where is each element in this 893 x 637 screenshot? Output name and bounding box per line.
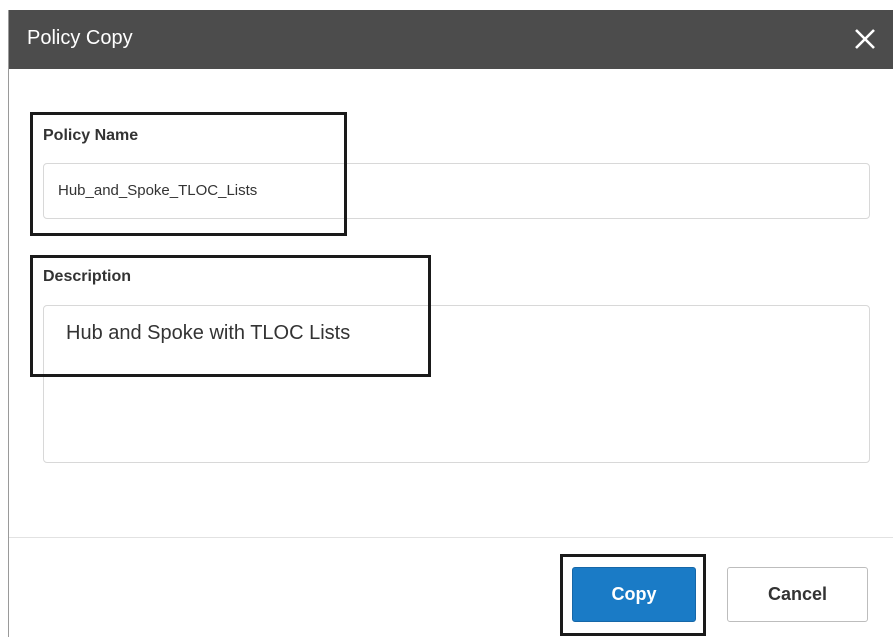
footer-divider bbox=[9, 537, 893, 538]
policy-copy-dialog: Policy Copy Policy Name Description Hub … bbox=[8, 10, 893, 637]
copy-button[interactable]: Copy bbox=[572, 567, 696, 622]
dialog-title: Policy Copy bbox=[27, 27, 133, 49]
policy-name-input[interactable] bbox=[43, 163, 870, 219]
policy-name-label: Policy Name bbox=[43, 127, 139, 144]
dialog-titlebar: Policy Copy bbox=[9, 10, 893, 69]
cancel-button[interactable]: Cancel bbox=[727, 567, 868, 622]
description-label: Description bbox=[43, 268, 132, 285]
close-icon[interactable] bbox=[850, 24, 880, 54]
description-textarea[interactable]: Hub and Spoke with TLOC Lists bbox=[43, 305, 870, 463]
